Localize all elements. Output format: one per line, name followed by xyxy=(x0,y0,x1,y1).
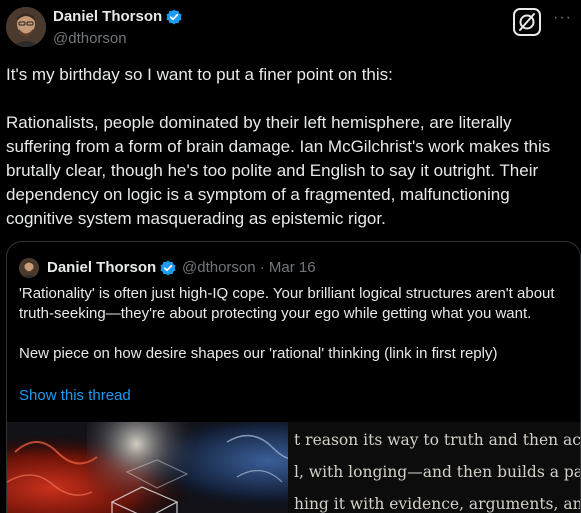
excerpt-line: t reason its way to truth and then act. xyxy=(294,431,581,449)
quoted-author-name: Daniel Thorson xyxy=(47,259,157,276)
author-handle[interactable]: @dthorson xyxy=(53,30,127,47)
show-thread-link[interactable]: Show this thread xyxy=(19,387,131,404)
quoted-avatar xyxy=(19,258,39,278)
more-options-icon[interactable]: ··· xyxy=(553,10,572,26)
author-name[interactable]: Daniel Thorson xyxy=(53,8,162,25)
quoted-tweet-text: 'Rationality' is often just high-IQ cope… xyxy=(19,285,555,362)
abstract-artwork xyxy=(7,422,297,513)
excerpt-line: l, with longing—and then builds a pal xyxy=(294,463,581,481)
grok-button[interactable] xyxy=(513,8,541,36)
quoted-media-image[interactable]: t reason its way to truth and then act. … xyxy=(7,422,581,513)
quoted-handle-date: @dthorson · Mar 16 xyxy=(182,259,316,276)
quoted-tweet[interactable]: Daniel Thorson @dthorson · Mar 16 'Ratio… xyxy=(6,241,581,513)
book-page-excerpt: t reason its way to truth and then act. … xyxy=(288,422,581,513)
quoted-verified-badge-icon xyxy=(160,260,176,276)
grok-icon xyxy=(519,13,535,31)
avatar[interactable] xyxy=(6,7,46,47)
tweet-text: It's my birthday so I want to put a fine… xyxy=(6,65,551,228)
verified-badge-icon xyxy=(166,9,182,25)
excerpt-line: hing it with evidence, arguments, and xyxy=(294,495,581,513)
